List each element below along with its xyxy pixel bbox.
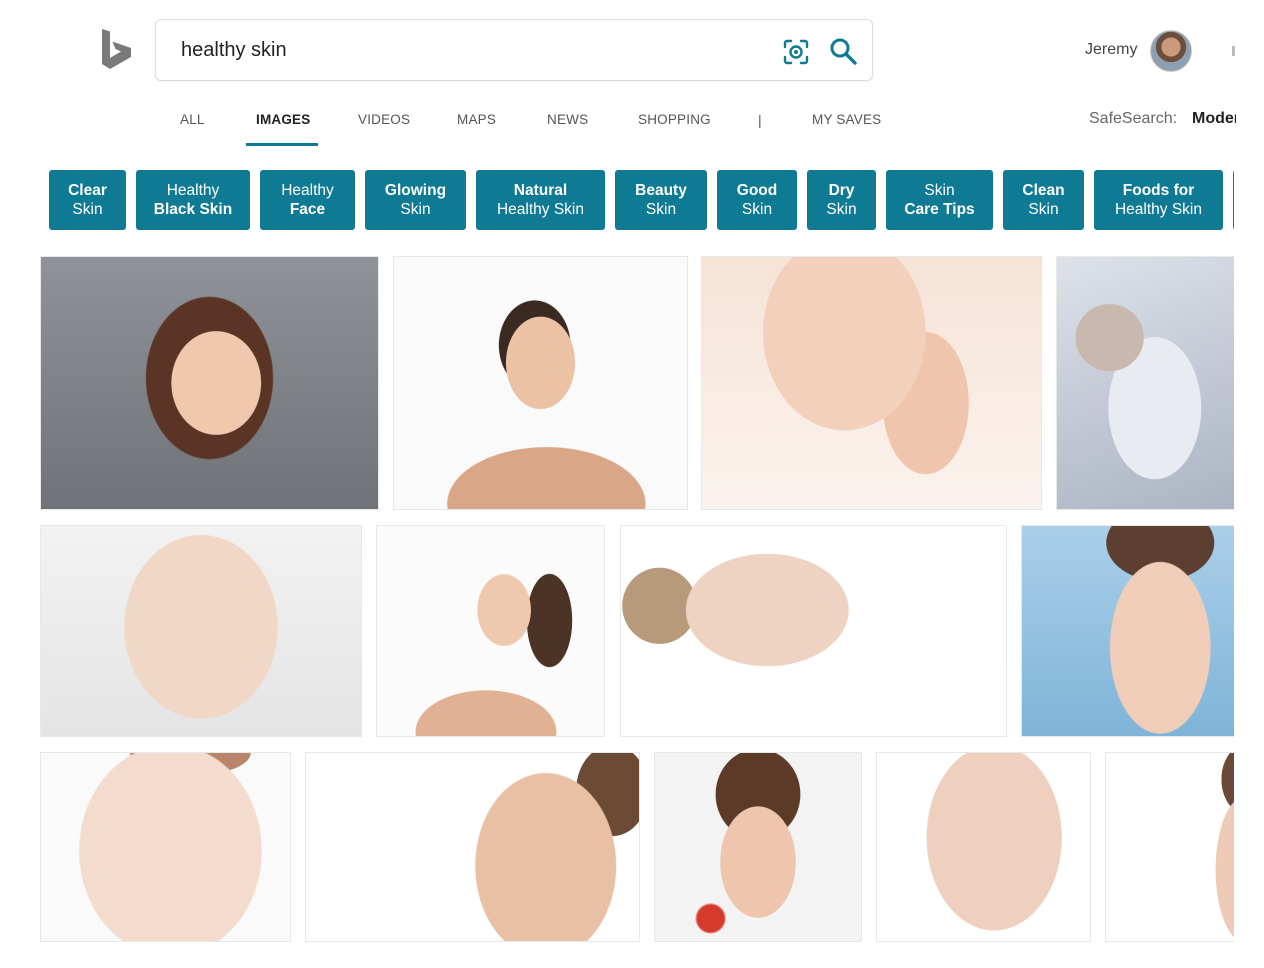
tab-news[interactable]: NEWS [547, 112, 588, 127]
tab-maps[interactable]: MAPS [457, 112, 496, 127]
safesearch-label: SafeSearch: [1089, 110, 1178, 127]
chip-line-2: Skin [826, 201, 857, 218]
safesearch-dropdown[interactable]: Moderate [1192, 110, 1236, 128]
related-search-clean-skin[interactable]: Clean Skin [1003, 170, 1084, 230]
chip-line-1: Clean [1022, 182, 1065, 199]
image-result[interactable] [40, 256, 379, 510]
related-search-foods-for-healthy-skin[interactable]: Foods for Healthy Skin [1094, 170, 1223, 230]
my-saves-link[interactable]: MY SAVES [812, 112, 881, 127]
search-icon[interactable] [828, 36, 858, 66]
menu-icon[interactable] [1232, 46, 1235, 56]
related-search-healthy-black-skin[interactable]: Healthy Black Skin [136, 170, 250, 230]
image-result[interactable] [1105, 752, 1246, 942]
related-search-clear-skin[interactable]: Clear Skin [49, 170, 126, 230]
image-result[interactable] [376, 525, 605, 737]
tab-shopping[interactable]: SHOPPING [638, 112, 711, 127]
tab-videos[interactable]: VIDEOS [358, 112, 410, 127]
chip-line-2: Skin [1028, 201, 1059, 218]
chip-line-2: Care Tips [904, 201, 975, 218]
related-search-dry-skin[interactable]: Dry Skin [807, 170, 876, 230]
nav-separator: | [758, 112, 762, 128]
image-result[interactable] [393, 256, 688, 510]
chip-line-1: Good [736, 182, 778, 199]
image-result[interactable] [1021, 525, 1246, 737]
image-result[interactable] [1056, 256, 1246, 510]
chip-line-2: Skin [741, 201, 773, 218]
visual-search-icon[interactable] [782, 38, 810, 66]
chip-line-2: Skin [72, 201, 103, 218]
user-avatar[interactable] [1150, 30, 1192, 72]
chip-line-2: Face [289, 201, 326, 218]
related-search-beauty-skin[interactable]: Beauty Skin [615, 170, 707, 230]
chip-line-1: Clear [68, 182, 107, 199]
search-box [155, 19, 873, 81]
chip-line-2: Healthy Skin [1114, 201, 1202, 218]
chip-line-1: Beauty [635, 182, 687, 199]
chip-line-2: Black Skin [153, 201, 233, 218]
active-tab-indicator [246, 143, 318, 146]
related-search-natural-healthy-skin[interactable]: Natural Healthy Skin [476, 170, 605, 230]
tab-all[interactable]: ALL [180, 112, 205, 127]
scope-nav: ALL IMAGES VIDEOS MAPS NEWS SHOPPING | M… [0, 104, 1264, 148]
image-result[interactable] [876, 752, 1091, 942]
tab-images[interactable]: IMAGES [256, 112, 310, 127]
image-result[interactable] [305, 752, 640, 942]
bing-images-page: Jeremy ALL IMAGES VIDEOS MAPS NEWS SHOPP… [0, 0, 1264, 968]
chip-line-2: Healthy Skin [496, 201, 584, 218]
related-search-good-skin[interactable]: Good Skin [717, 170, 797, 230]
image-result[interactable] [40, 752, 291, 942]
chip-line-2: Skin [645, 201, 677, 218]
user-name[interactable]: Jeremy [1085, 41, 1137, 59]
bing-logo-icon[interactable] [100, 28, 134, 72]
chip-line-1: Dry [828, 182, 855, 199]
chip-line-1: Glowing [384, 182, 447, 199]
related-search-glowing-skin[interactable]: Glowing Skin [365, 170, 466, 230]
viewport-right-edge [1234, 150, 1264, 968]
search-input[interactable] [181, 34, 741, 66]
image-result[interactable] [40, 525, 362, 737]
chip-line-1: Healthy [281, 182, 334, 199]
chip-line-1: Foods for [1122, 182, 1195, 199]
image-result[interactable] [620, 525, 1007, 737]
chip-line-1: Skin [924, 182, 955, 199]
chip-line-1: Natural [513, 182, 568, 199]
image-result[interactable] [701, 256, 1042, 510]
chip-line-1: Healthy [166, 182, 220, 199]
related-search-healthy-face[interactable]: Healthy Face [260, 170, 355, 230]
related-search-skin-care-tips[interactable]: Skin Care Tips [886, 170, 993, 230]
image-result[interactable] [654, 752, 862, 942]
chip-line-2: Skin [400, 201, 431, 218]
